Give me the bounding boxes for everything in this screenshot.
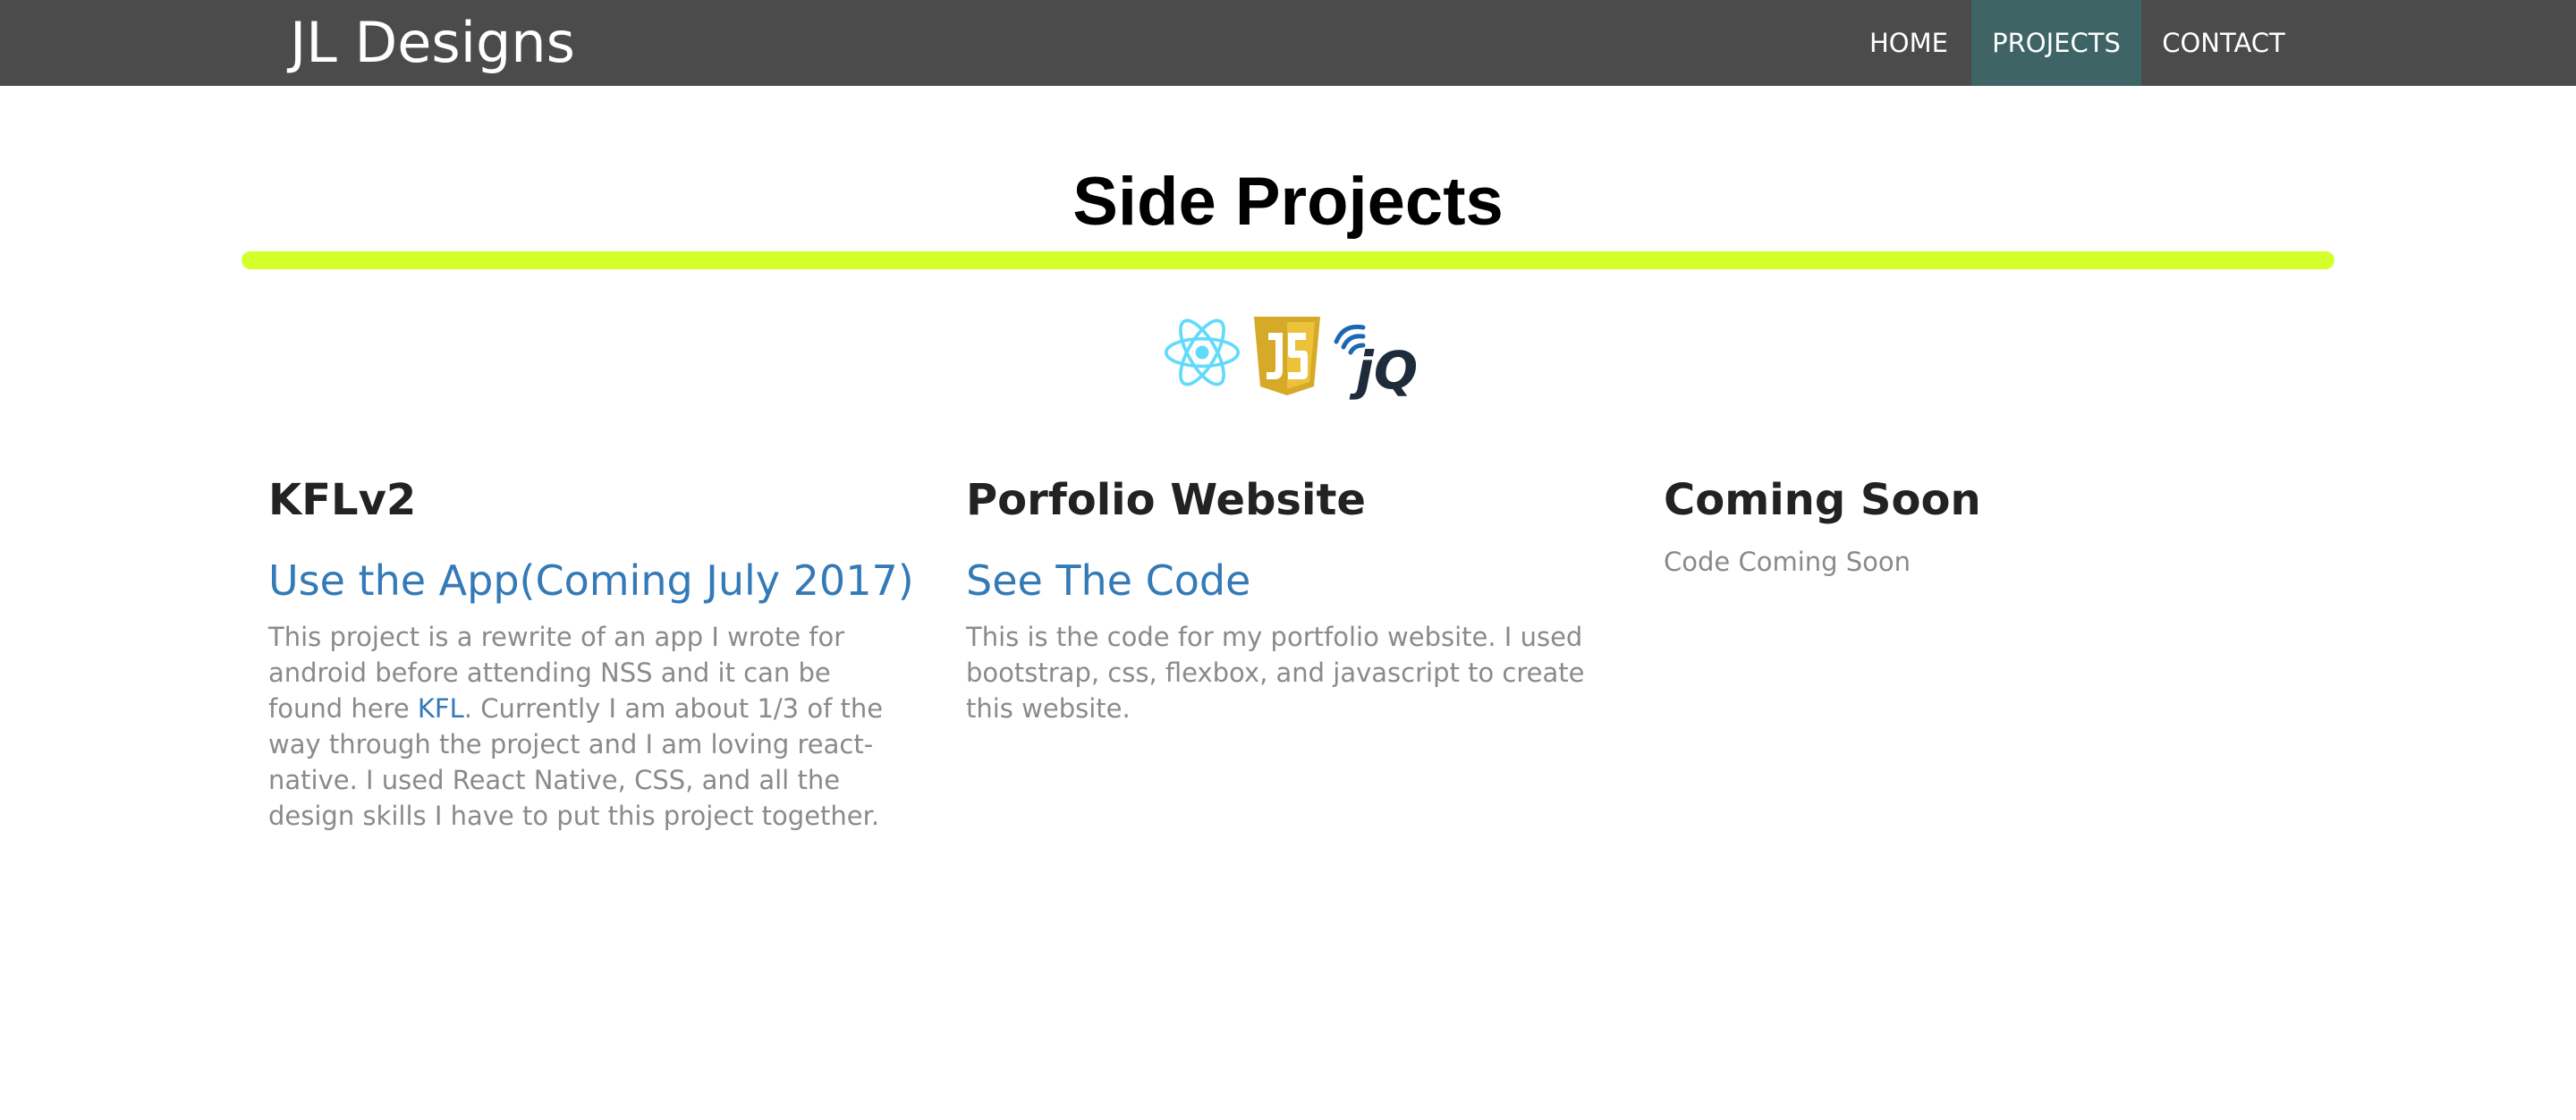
use-app-link[interactable]: Use the App(Coming July 2017) (268, 553, 914, 608)
code-coming-soon-note: Code Coming Soon (1664, 547, 1911, 577)
project-card-kflv2: KFLv2 Use the App(Coming July 2017) This… (268, 472, 914, 834)
title-underline (242, 251, 2334, 269)
react-icon (1165, 318, 1240, 386)
project-card-portfolio: Porfolio Website See The Code This is th… (966, 472, 1610, 726)
page-title: Side Projects (1072, 164, 1504, 240)
see-code-link[interactable]: See The Code (966, 553, 1610, 608)
nav-home[interactable]: HOME (1846, 0, 1971, 86)
brand-logo-text[interactable]: JL Designs (290, 7, 575, 79)
nav-contact[interactable]: CONTACT (2141, 0, 2306, 86)
javascript-icon (1254, 317, 1320, 395)
nav-projects[interactable]: PROJECTS (1971, 0, 2141, 86)
top-navbar: JL Designs HOME PROJECTS CONTACT (0, 0, 2576, 86)
svg-text:jQ: jQ (1349, 340, 1418, 401)
kfl-link[interactable]: KFL (418, 693, 464, 724)
project-description: This project is a rewrite of an app I wr… (268, 619, 912, 834)
project-description: This is the code for my portfolio websit… (966, 622, 1585, 724)
project-title: Porfolio Website (966, 475, 1366, 525)
tech-icons: jQ (1165, 315, 1424, 404)
project-title: Coming Soon (1664, 475, 1981, 525)
project-title: KFLv2 (268, 475, 417, 525)
jquery-icon: jQ (1334, 324, 1418, 401)
project-card-coming-soon: Coming Soon Code Coming Soon (1664, 472, 2308, 580)
